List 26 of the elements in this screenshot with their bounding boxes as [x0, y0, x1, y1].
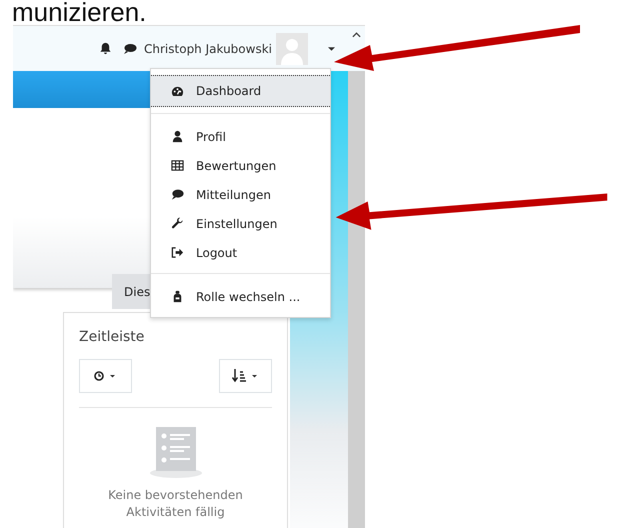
table-icon	[171, 159, 184, 172]
wrench-icon	[171, 217, 184, 230]
dashboard-icon	[171, 84, 184, 98]
bell-icon[interactable]	[99, 42, 112, 55]
caret-icon[interactable]	[328, 46, 335, 50]
filter-dropdown[interactable]	[79, 359, 132, 393]
speech-bubble-icon[interactable]	[123, 42, 138, 54]
sort-icon	[232, 369, 260, 383]
user-name[interactable]: Christoph Jakubowski	[144, 42, 272, 56]
scroll-up-icon[interactable]	[352, 32, 361, 38]
menu-item[interactable]: Bewertungen	[151, 151, 330, 180]
menu-item[interactable]: Logout	[151, 238, 330, 267]
menu-item[interactable]: Profil	[151, 122, 330, 151]
user-icon	[171, 130, 184, 143]
menu-item[interactable]: Mitteilungen	[151, 180, 330, 209]
logout-icon	[171, 246, 184, 259]
user-badge-icon	[171, 290, 184, 303]
document-heading: munizieren.	[12, 0, 146, 24]
menu-item[interactable]: Dashboard	[151, 75, 330, 107]
sort-dropdown[interactable]	[219, 359, 272, 393]
empty-message: Keine bevorstehenden Aktivitäten fällig	[107, 487, 244, 521]
block-title: Zeitleiste	[79, 329, 144, 345]
menu-item[interactable]: Einstellungen	[151, 209, 330, 238]
speech-bubble-icon	[171, 188, 184, 201]
scrollbar[interactable]	[348, 71, 365, 528]
clock-icon	[94, 371, 118, 381]
